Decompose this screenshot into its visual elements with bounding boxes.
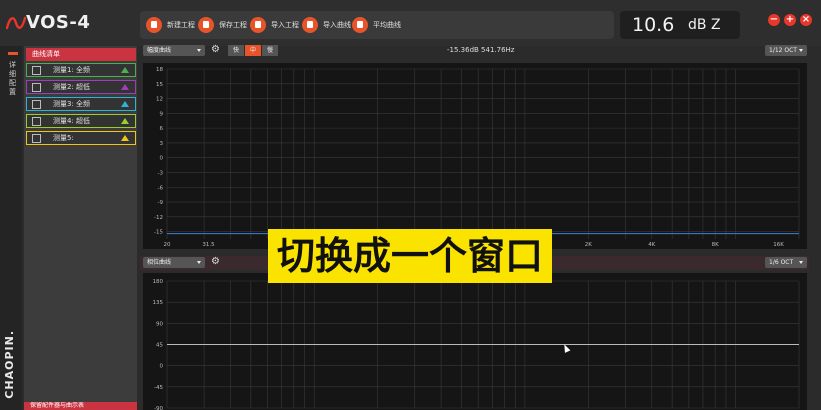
- curve-checkbox[interactable]: [32, 66, 41, 75]
- toolbar: 新建工程 保存工程 导入工程 导入曲线 平均曲线: [140, 11, 614, 39]
- import-curve-icon: [302, 17, 318, 33]
- curve-checkbox[interactable]: [32, 117, 41, 126]
- curve-item-5[interactable]: 测量5:: [26, 131, 136, 145]
- save-project-label: 保存工程: [219, 21, 247, 29]
- level-value: 10.6: [632, 14, 675, 36]
- speed-slow-button[interactable]: 慢: [262, 45, 278, 56]
- cursor-readout: -15.36dB 541.76Hz: [447, 46, 515, 54]
- y-tick-label: 15: [156, 82, 163, 88]
- x-tick-label: 31.5: [202, 242, 215, 248]
- curve-item-1[interactable]: 测量1: 全频: [26, 63, 136, 77]
- new-project-label: 新建工程: [167, 21, 195, 29]
- curve-label: 测量5:: [53, 134, 74, 142]
- y-tick-label: 6: [160, 126, 164, 132]
- import-project-button[interactable]: 导入工程: [250, 15, 299, 35]
- curve-checkbox[interactable]: [32, 134, 41, 143]
- maximize-button[interactable]: +: [784, 14, 796, 26]
- y-tick-label: -15: [154, 230, 163, 236]
- y-tick-label: 18: [156, 67, 163, 73]
- curve-item-2[interactable]: 测量2: 超低: [26, 80, 136, 94]
- curve-label: 测量4: 超低: [53, 117, 91, 125]
- magnitude-dropdown-label: 幅度曲线: [147, 47, 172, 54]
- curve-list-footer[interactable]: 保留配件器与曲示表: [24, 402, 137, 410]
- curve-color-triangle-icon[interactable]: [121, 118, 129, 124]
- curve-label: 测量2: 超低: [53, 83, 91, 91]
- phase-resolution-label: 1/6 OCT: [769, 259, 794, 266]
- import-curve-label: 导入曲线: [323, 21, 351, 29]
- average-curve-icon: [352, 17, 368, 33]
- average-curve-button[interactable]: 平均曲线: [352, 15, 401, 35]
- y-tick-label: 12: [156, 97, 163, 103]
- average-curve-label: 平均曲线: [373, 21, 401, 29]
- phase-curve-dropdown[interactable]: 相位曲线: [143, 257, 205, 268]
- y-tick-label: -3: [158, 170, 164, 176]
- y-tick-label: 0: [160, 364, 164, 370]
- curve-checkbox[interactable]: [32, 100, 41, 109]
- y-tick-label: -90: [154, 406, 163, 410]
- curve-label: 测量3: 全频: [53, 100, 91, 108]
- phase-dropdown-label: 相位曲线: [147, 259, 172, 266]
- y-tick-label: 90: [156, 321, 163, 327]
- gear-icon[interactable]: ⚙: [211, 45, 221, 55]
- detail-config-tab-indicator: [8, 52, 18, 55]
- right-margin: [809, 60, 821, 410]
- chevron-down-icon: [197, 49, 201, 52]
- y-tick-label: 9: [160, 111, 164, 117]
- new-project-button[interactable]: 新建工程: [146, 15, 195, 35]
- y-tick-label: 135: [153, 300, 164, 306]
- phase-resolution-dropdown[interactable]: 1/6 OCT: [765, 257, 807, 268]
- curve-list-title: 曲线清单: [26, 48, 136, 61]
- logo-wave-icon: [6, 16, 26, 30]
- magnitude-curve-dropdown[interactable]: 幅度曲线: [143, 45, 205, 56]
- curve-checkbox[interactable]: [32, 83, 41, 92]
- y-tick-label: -9: [158, 200, 164, 206]
- level-unit: dB Z: [688, 17, 721, 33]
- y-tick-label: 180: [153, 279, 164, 285]
- magnitude-chart[interactable]: 18 15 12 9 6 3 0 -3 -6 -9 -12 -1520 31.5 2K 4K 8K 16K: [143, 63, 807, 249]
- y-tick-label: 0: [160, 156, 164, 162]
- speed-medium-button[interactable]: 中: [245, 45, 261, 56]
- import-curve-button[interactable]: 导入曲线: [302, 15, 351, 35]
- x-tick-label: 16K: [773, 242, 784, 248]
- caption-text: 切换成一个窗口: [276, 234, 543, 278]
- y-tick-label: 3: [160, 141, 164, 147]
- curve-color-triangle-icon[interactable]: [121, 135, 129, 141]
- close-button[interactable]: ×: [800, 14, 812, 26]
- curve-color-triangle-icon[interactable]: [121, 84, 129, 90]
- chevron-down-icon: [799, 261, 803, 264]
- chevron-down-icon: [197, 261, 201, 264]
- x-tick-label: 4K: [648, 242, 655, 248]
- app-logo: VOS-4: [26, 12, 91, 33]
- curve-item-4[interactable]: 测量4: 超低: [26, 114, 136, 128]
- x-tick-label: 8K: [712, 242, 719, 248]
- chevron-down-icon: [799, 49, 803, 52]
- save-project-icon: [198, 17, 214, 33]
- y-tick-label: -45: [154, 385, 163, 391]
- curve-label: 测量1: 全频: [53, 66, 91, 74]
- curve-color-triangle-icon[interactable]: [121, 101, 129, 107]
- magnitude-resolution-label: 1/12 OCT: [769, 47, 797, 54]
- y-tick-label: -12: [154, 215, 163, 221]
- x-tick-label: 20: [164, 242, 171, 248]
- y-tick-label: -6: [158, 185, 164, 191]
- import-project-label: 导入工程: [271, 21, 299, 29]
- detail-config-char[interactable]: 置: [9, 87, 16, 97]
- curve-item-3[interactable]: 测量3: 全频: [26, 97, 136, 111]
- x-tick-label: 2K: [585, 242, 592, 248]
- brand-vertical-text: CHAOPIN.: [3, 330, 16, 399]
- save-project-button[interactable]: 保存工程: [198, 15, 247, 35]
- magnitude-resolution-dropdown[interactable]: 1/12 OCT: [765, 45, 807, 56]
- import-project-icon: [250, 17, 266, 33]
- minimize-button[interactable]: −: [768, 14, 780, 26]
- gear-icon[interactable]: ⚙: [211, 257, 221, 267]
- y-tick-label: 45: [156, 343, 163, 349]
- speed-fast-button[interactable]: 快: [228, 45, 244, 56]
- new-project-icon: [146, 17, 162, 33]
- phase-chart[interactable]: 180 135 90 45 0 -45 -90: [143, 273, 807, 410]
- curve-color-triangle-icon[interactable]: [121, 67, 129, 73]
